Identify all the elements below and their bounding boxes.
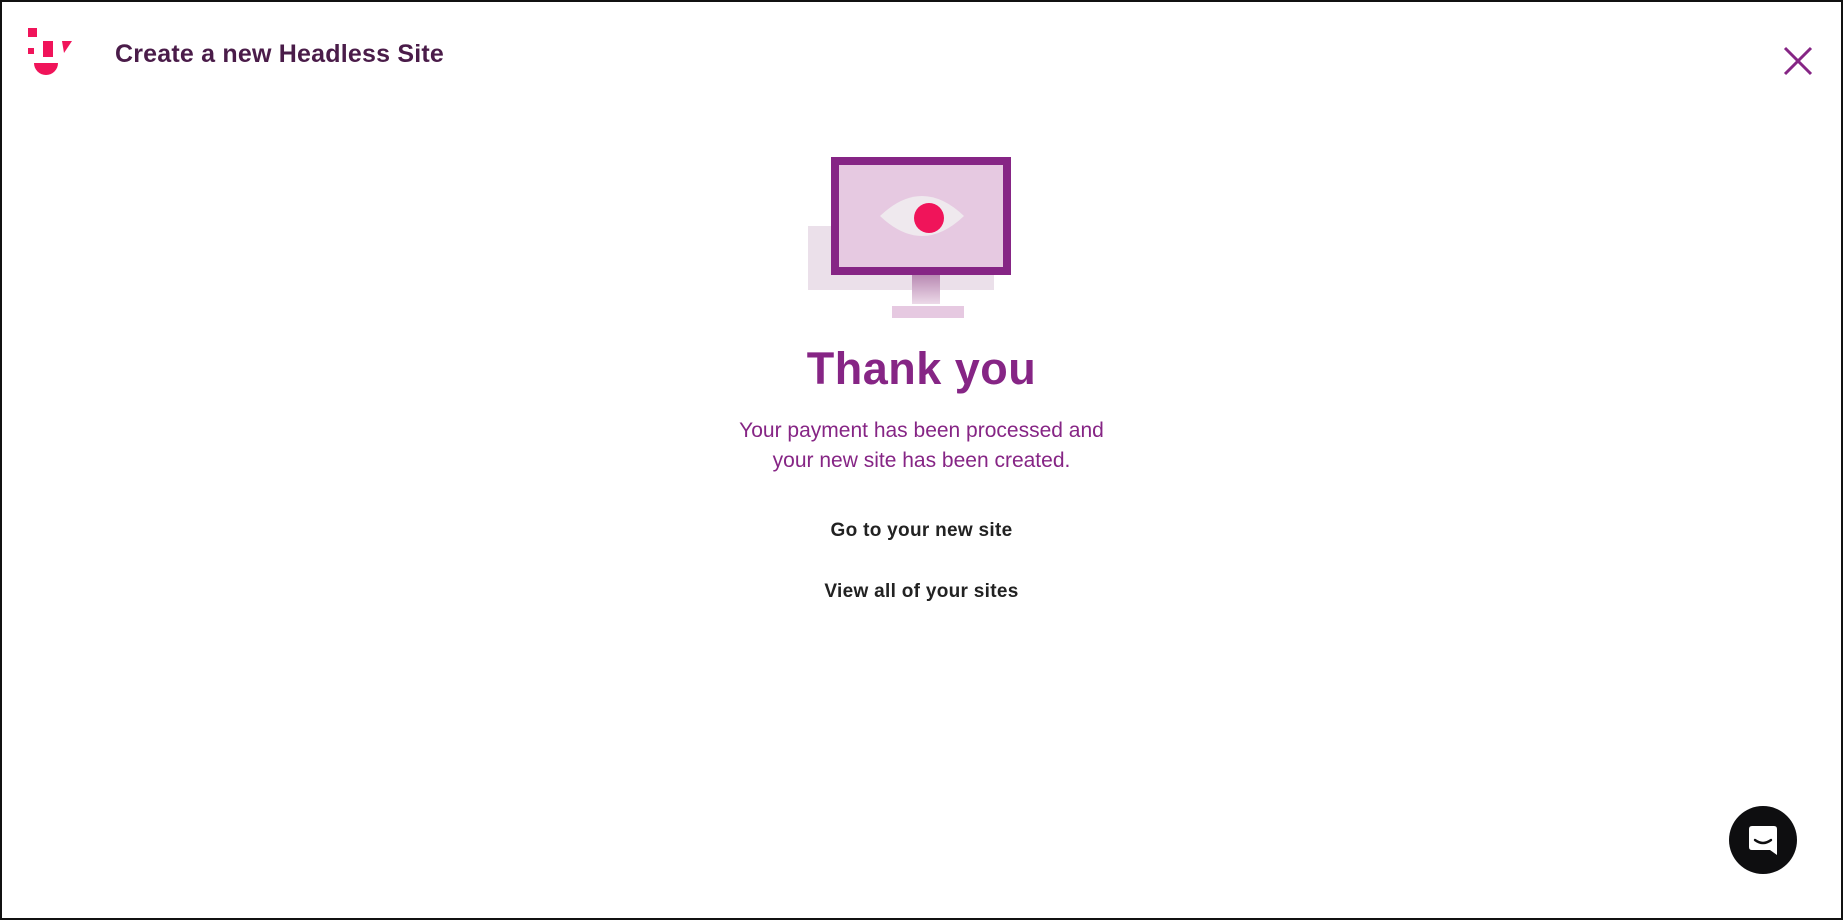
- go-to-new-site-link[interactable]: Go to your new site: [831, 520, 1013, 542]
- brand-logo-icon: [28, 28, 72, 82]
- confirmation-panel: Thank you Your payment has been processe…: [2, 152, 1841, 603]
- page-title: Create a new Headless Site: [115, 40, 444, 68]
- message-line-1: Your payment has been processed and: [739, 418, 1104, 442]
- chat-icon: [1749, 826, 1777, 855]
- confirmation-heading: Thank you: [806, 343, 1037, 394]
- app-window: Create a new Headless Site Thank you You…: [0, 0, 1843, 920]
- action-links: Go to your new site View all of your sit…: [2, 520, 1841, 603]
- monitor-eye-icon: [807, 152, 1028, 322]
- close-icon: [1783, 46, 1813, 76]
- message-line-2: your new site has been created.: [772, 448, 1071, 472]
- header: Create a new Headless Site: [2, 2, 1841, 112]
- view-all-sites-link[interactable]: View all of your sites: [824, 581, 1018, 603]
- close-button[interactable]: [1777, 40, 1819, 82]
- chat-launcher-button[interactable]: [1729, 806, 1797, 874]
- confirmation-message: Your payment has been processed and your…: [712, 416, 1132, 476]
